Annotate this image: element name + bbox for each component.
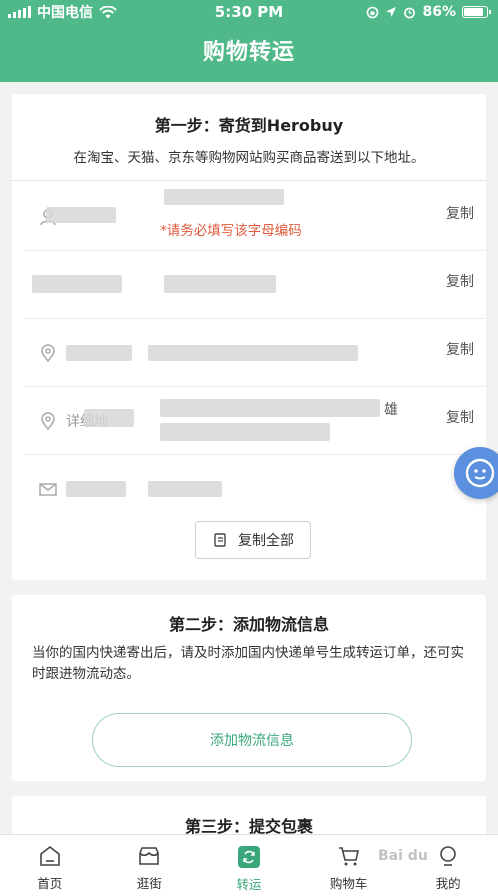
mail-icon — [39, 483, 57, 496]
tab-cart[interactable]: 购物车 — [299, 835, 399, 896]
tab-home[interactable]: 首页 — [0, 835, 100, 896]
home-icon — [39, 845, 60, 866]
signal-icon — [8, 6, 31, 18]
chat-bot-icon — [465, 458, 495, 488]
step1-card: 第一步：寄货到Herobuy 在淘宝、天猫、京东等购物网站购买商品寄送到以下地址… — [12, 94, 486, 580]
copy-all-label: 复制全部 — [238, 533, 294, 549]
add-logistics-button[interactable]: 添加物流信息 — [92, 713, 412, 767]
copy-button[interactable]: 复制 — [442, 337, 478, 361]
blurred-label — [32, 275, 122, 293]
tab-bar: 首页 逛街 转运 购物车 我的 — [0, 834, 498, 896]
tab-label: 我的 — [435, 876, 461, 891]
blurred-value — [148, 345, 358, 361]
location-icon — [41, 344, 55, 363]
step1-description: 在淘宝、天猫、京东等购物网站购买商品寄送到以下地址。 — [73, 150, 425, 166]
chat-bot-button[interactable] — [454, 447, 498, 499]
battery-percent: 86% — [422, 4, 456, 20]
address-tail: 雄 — [384, 402, 398, 418]
page-title: 购物转运 — [202, 40, 295, 65]
address-list: *请务必填写该字母编码 复制 复制 复制 详细地 雄 复制 — [12, 183, 486, 523]
blurred-value — [164, 275, 276, 293]
phone-row: 复制 — [24, 251, 486, 319]
carrier-label: 中国电信 — [37, 5, 93, 21]
copy-button[interactable]: 复制 — [442, 405, 478, 429]
location-arrow-icon — [386, 7, 397, 17]
tab-label: 首页 — [37, 876, 63, 891]
copy-icon — [214, 533, 226, 547]
profile-icon — [440, 846, 456, 866]
battery-icon — [462, 6, 491, 18]
recipient-row: *请务必填写该字母编码 复制 — [24, 183, 486, 251]
wifi-icon — [99, 5, 117, 18]
tab-label: 购物车 — [329, 876, 368, 891]
copy-button[interactable]: 复制 — [442, 201, 478, 225]
blurred-label — [66, 345, 132, 361]
step2-card: 第二步：添加物流信息 当你的国内快递寄出后，请及时添加国内快递单号生成转运订单，… — [12, 595, 486, 781]
transfer-icon — [237, 846, 260, 868]
blurred-label — [46, 207, 116, 223]
divider — [12, 180, 486, 181]
alarm-icon — [404, 7, 416, 18]
blurred-value — [160, 423, 330, 441]
tab-label: 转运 — [236, 877, 262, 892]
step1-title: 第一步：寄货到Herobuy — [154, 116, 344, 135]
detail-address-row: 详细地 雄 复制 — [24, 387, 486, 455]
rotation-lock-icon — [367, 6, 379, 18]
blurred-label — [66, 481, 126, 497]
copy-all-button[interactable]: 复制全部 — [195, 521, 311, 559]
postcode-row: 复 — [24, 455, 486, 523]
step3-title: 第三步：提交包裹 — [184, 817, 313, 836]
blurred-value — [164, 189, 284, 205]
shop-icon — [139, 847, 160, 865]
blurred-value — [148, 481, 222, 497]
region-row: 复制 — [24, 319, 486, 387]
code-required-note: *请务必填写该字母编码 — [160, 223, 302, 239]
step2-title: 第二步：添加物流信息 — [168, 615, 329, 634]
status-bar: 中国电信 5:30 PM 86% — [0, 0, 498, 24]
tab-shopping[interactable]: 逛街 — [100, 835, 200, 896]
tab-transfer[interactable]: 转运 — [199, 835, 299, 896]
app-header: 中国电信 5:30 PM 86% 购物转运 — [0, 0, 498, 82]
tab-label: 逛街 — [136, 876, 162, 891]
location-icon — [41, 412, 55, 431]
tab-profile[interactable]: 我的 — [398, 835, 498, 896]
blurred-label — [84, 409, 134, 427]
step2-description: 当你的国内快递寄出后，请及时添加国内快递单号生成转运订单，还可实时跟进物流动态。 — [32, 645, 464, 682]
copy-button[interactable]: 复制 — [442, 269, 478, 293]
cart-icon — [338, 847, 359, 866]
blurred-value — [160, 399, 380, 417]
